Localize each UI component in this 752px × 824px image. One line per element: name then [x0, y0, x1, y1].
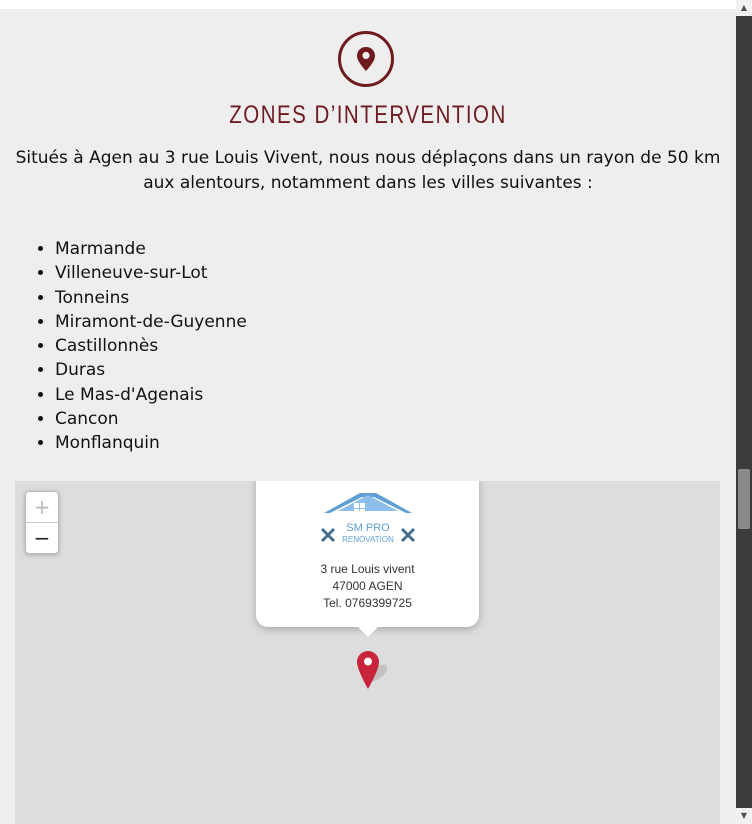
- address-line-2: 47000 AGEN: [332, 579, 403, 593]
- company-logo: SM PRO RENOVATION: [320, 493, 416, 544]
- section-intro: Situés à Agen au 3 rue Louis Vivent, nou…: [15, 148, 721, 193]
- zoom-control: + −: [25, 491, 59, 554]
- address-line-1: 3 rue Louis vivent: [320, 562, 415, 576]
- map[interactable]: + − SM PRO RENOVATION 3 rue Louis vivent…: [15, 481, 720, 824]
- page: ZONES D’INTERVENTION Situés à Agen au 3 …: [0, 0, 736, 824]
- list-item: Duras: [55, 358, 247, 382]
- scrollbar-track[interactable]: [736, 16, 752, 808]
- popup-address: 3 rue Louis vivent 47000 AGEN Tel. 07693…: [256, 561, 479, 612]
- list-item: Marmande: [55, 237, 247, 261]
- list-item: Villeneuve-sur-Lot: [55, 261, 247, 285]
- list-item: Castillonnès: [55, 334, 247, 358]
- logo-text-1: SM PRO: [346, 522, 390, 534]
- phone-number: Tel. 0769399725: [323, 596, 412, 610]
- list-item: Miramont-de-Guyenne: [55, 310, 247, 334]
- map-marker-icon[interactable]: [355, 649, 399, 693]
- intervention-zones-section: ZONES D’INTERVENTION Situés à Agen au 3 …: [0, 9, 736, 824]
- scroll-down-arrow-icon[interactable]: ▼: [736, 808, 752, 824]
- list-item: Cancon: [55, 407, 247, 431]
- scrollbar[interactable]: ▲ ▼: [736, 0, 752, 824]
- scrollbar-thumb[interactable]: [738, 469, 750, 529]
- zoom-in-button[interactable]: +: [26, 492, 58, 523]
- list-item: Monflanquin: [55, 431, 247, 455]
- zoom-out-button[interactable]: −: [26, 523, 58, 553]
- list-item: Tonneins: [55, 286, 247, 310]
- logo-text-2: RENOVATION: [342, 535, 394, 544]
- list-item: Le Mas-d'Agenais: [55, 383, 247, 407]
- section-title: ZONES D’INTERVENTION: [229, 101, 507, 129]
- scroll-up-arrow-icon[interactable]: ▲: [736, 0, 752, 16]
- towns-list: Marmande Villeneuve-sur-Lot Tonneins Mir…: [14, 237, 247, 456]
- map-popup: SM PRO RENOVATION 3 rue Louis vivent 470…: [256, 481, 479, 637]
- location-pin-icon: [338, 31, 394, 87]
